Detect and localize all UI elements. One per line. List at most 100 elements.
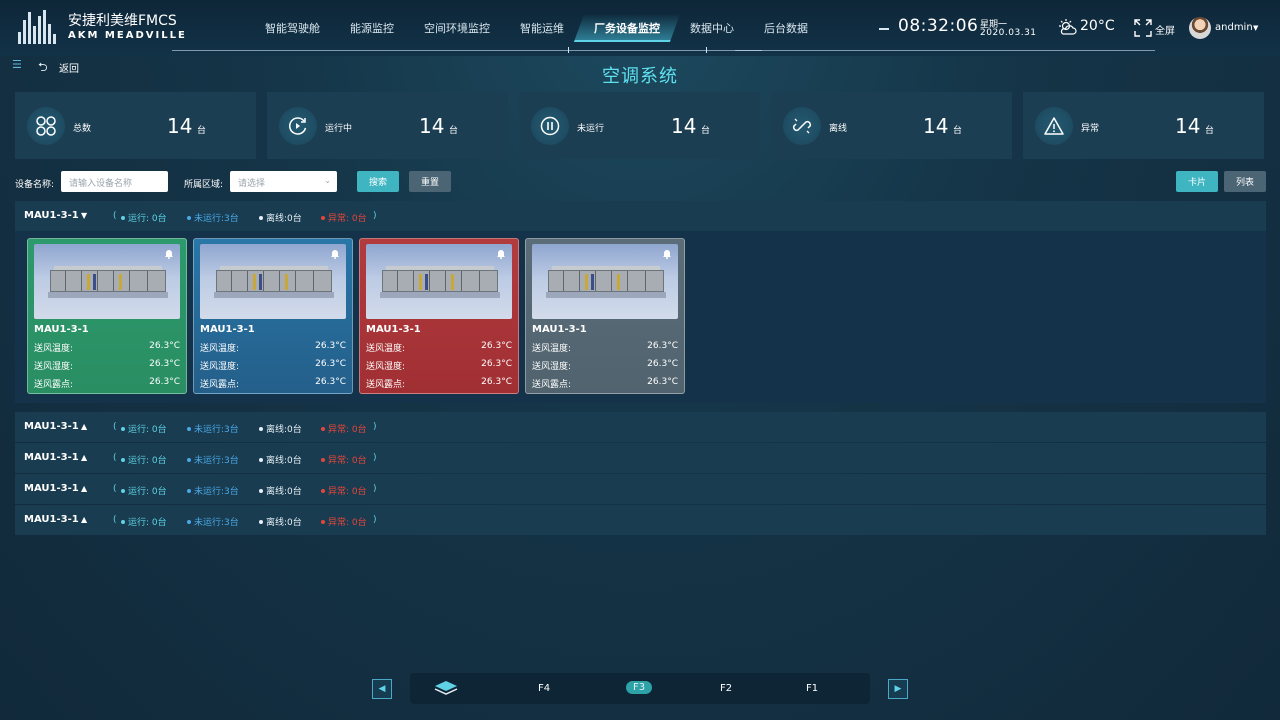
floor-f4[interactable]: F4 [538, 683, 550, 694]
group-header[interactable]: MAU1-3-1 ▲ ( 运行: 0台 未运行:3台 离线:0台 异常: 0台 … [15, 412, 1266, 442]
group-offline-count: 离线:0台 [259, 422, 302, 435]
nav-item-maintenance[interactable]: 智能运维 [505, 14, 579, 42]
card-row: 送风露点: 26.3°C [34, 377, 180, 390]
group-run-count: 运行: 0台 [121, 515, 167, 528]
warning-icon [1044, 117, 1064, 135]
group-offline-count: 离线:0台 [259, 211, 302, 224]
bell-icon[interactable] [330, 248, 340, 259]
bell-icon[interactable] [662, 248, 672, 259]
device-image [34, 244, 180, 319]
group-error-count: 异常: 0台 [321, 422, 367, 435]
cloudy-sun-icon [1059, 19, 1077, 35]
floor-f3[interactable]: F3 [626, 681, 653, 694]
card-title: MAU1-3-1 [532, 324, 587, 335]
user-name[interactable]: andmin [1215, 22, 1253, 33]
chevron-up-icon[interactable]: ▲ [81, 422, 87, 431]
nav-item-energy[interactable]: 能源监控 [335, 14, 409, 42]
fullscreen-icon[interactable] [1134, 19, 1152, 37]
card-row: 送风露点: 26.3°C [532, 377, 678, 390]
group-offline-count: 离线:0台 [259, 515, 302, 528]
paren-close: ) [373, 484, 377, 494]
chevron-down-icon[interactable]: ▼ [1253, 24, 1258, 32]
paren-open: ( [113, 484, 117, 494]
group-header[interactable]: MAU1-3-1 ▲ ( 运行: 0台 未运行:3台 离线:0台 异常: 0台 … [15, 474, 1266, 504]
logo[interactable]: 安捷利美维FMCS AKM MEADVILLE [18, 8, 185, 46]
paren-open: ( [113, 515, 117, 525]
nav-item-backend[interactable]: 后台数据 [749, 14, 823, 42]
view-card-button[interactable]: 卡片 [1176, 171, 1218, 192]
paren-open: ( [113, 453, 117, 463]
nav-divider-right [735, 50, 1155, 51]
avatar[interactable] [1189, 17, 1211, 39]
nav-item-environment[interactable]: 空间环境监控 [409, 14, 505, 42]
area-select-placeholder: 请选择 [238, 179, 266, 189]
area-select[interactable]: 请选择 ⌄ [230, 171, 337, 192]
group-run-count: 运行: 0台 [121, 211, 167, 224]
stat-value: 14 [671, 114, 697, 138]
card-row: 送风露点: 26.3°C [200, 377, 346, 390]
chevron-down-icon: ⌄ [324, 176, 331, 185]
device-card[interactable]: MAU1-3-1 送风温度: 26.3°C 送风湿度: 26.3°C 送风露点: 26… [525, 238, 685, 394]
layers-icon[interactable] [434, 680, 458, 696]
logo-subtitle: AKM MEADVILLE [68, 30, 187, 41]
group-header[interactable]: MAU1-3-1 ▲ ( 运行: 0台 未运行:3台 离线:0台 异常: 0台 … [15, 505, 1266, 535]
group-stop-count: 未运行:3台 [187, 211, 239, 224]
card-row: 送风温度: 26.3°C [34, 341, 180, 354]
stat-unit: 台 [197, 126, 207, 136]
nav-item-facility[interactable]: 厂务设备监控 [573, 14, 681, 42]
fullscreen-button[interactable]: 全屏 [1155, 22, 1175, 37]
nav-item-cockpit[interactable]: 智能驾驶舱 [250, 14, 335, 42]
next-floor-button[interactable]: ▶ [888, 679, 908, 699]
view-list-button[interactable]: 列表 [1224, 171, 1266, 192]
group-stop-count: 未运行:3台 [187, 484, 239, 497]
device-card[interactable]: MAU1-3-1 送风温度: 26.3°C 送风湿度: 26.3°C 送风露点: 26… [359, 238, 519, 394]
device-name-label: 设备名称: [15, 180, 55, 190]
prev-floor-button[interactable]: ◀ [372, 679, 392, 699]
bell-icon[interactable] [164, 248, 174, 259]
stat-value: 14 [419, 114, 445, 138]
chevron-up-icon[interactable]: ▲ [81, 515, 87, 524]
page-title: 空调系统 [602, 66, 678, 87]
card-title: MAU1-3-1 [366, 324, 421, 335]
date: 2020.03.31 [980, 28, 1037, 38]
group-run-count: 运行: 0台 [121, 484, 167, 497]
floor-f2[interactable]: F2 [720, 683, 732, 694]
group-stop-count: 未运行:3台 [187, 515, 239, 528]
reset-button[interactable]: 重置 [409, 171, 451, 192]
stat-unit: 台 [953, 126, 963, 136]
group-body: MAU1-3-1 送风温度: 26.3°C 送风湿度: 26.3°C 送风露点: 26… [15, 231, 1266, 403]
device-name-input[interactable]: 请输入设备名称 [61, 171, 168, 192]
chevron-down-icon[interactable]: ▼ [81, 211, 87, 220]
device-group: MAU1-3-1 ▲ ( 运行: 0台 未运行:3台 离线:0台 异常: 0台 … [15, 505, 1266, 535]
device-card[interactable]: MAU1-3-1 送风温度: 26.3°C 送风湿度: 26.3°C 送风露点: 26… [27, 238, 187, 394]
stat-card-stopped: 未运行 14 台 [519, 92, 760, 159]
device-group: MAU1-3-1 ▼ ( 运行: 0台 未运行:3台 离线:0台 异常: 0台 … [15, 201, 1266, 403]
group-error-count: 异常: 0台 [321, 515, 367, 528]
bell-icon[interactable] [496, 248, 506, 259]
device-image [366, 244, 512, 319]
card-row: 送风温度: 26.3°C [366, 341, 512, 354]
stat-value: 14 [1175, 114, 1201, 138]
temperature: 20°C [1080, 18, 1115, 34]
group-name: MAU1-3-1 [24, 421, 79, 432]
nav-tick [706, 47, 707, 53]
search-button[interactable]: 搜索 [357, 171, 399, 192]
floor-f1[interactable]: F1 [806, 683, 818, 694]
card-title: MAU1-3-1 [200, 324, 255, 335]
card-row: 送风湿度: 26.3°C [532, 359, 678, 372]
paren-close: ) [373, 515, 377, 525]
paren-open: ( [113, 211, 117, 221]
stat-unit: 台 [1205, 126, 1215, 136]
chevron-up-icon[interactable]: ▲ [81, 484, 87, 493]
device-group: MAU1-3-1 ▲ ( 运行: 0台 未运行:3台 离线:0台 异常: 0台 … [15, 474, 1266, 504]
device-card[interactable]: MAU1-3-1 送风温度: 26.3°C 送风湿度: 26.3°C 送风露点: 26… [193, 238, 353, 394]
floor-pager: F4 F3 F2 F1 [410, 673, 870, 704]
group-header[interactable]: MAU1-3-1 ▲ ( 运行: 0台 未运行:3台 离线:0台 异常: 0台 … [15, 443, 1266, 473]
device-image [200, 244, 346, 319]
stat-card-total: 总数 14 台 [15, 92, 256, 159]
chevron-up-icon[interactable]: ▲ [81, 453, 87, 462]
stat-value: 14 [923, 114, 949, 138]
stat-card-running: 运行中 14 台 [267, 92, 508, 159]
group-header[interactable]: MAU1-3-1 ▼ ( 运行: 0台 未运行:3台 离线:0台 异常: 0台 … [15, 201, 1266, 231]
nav-item-datacenter[interactable]: 数据中心 [675, 14, 749, 42]
